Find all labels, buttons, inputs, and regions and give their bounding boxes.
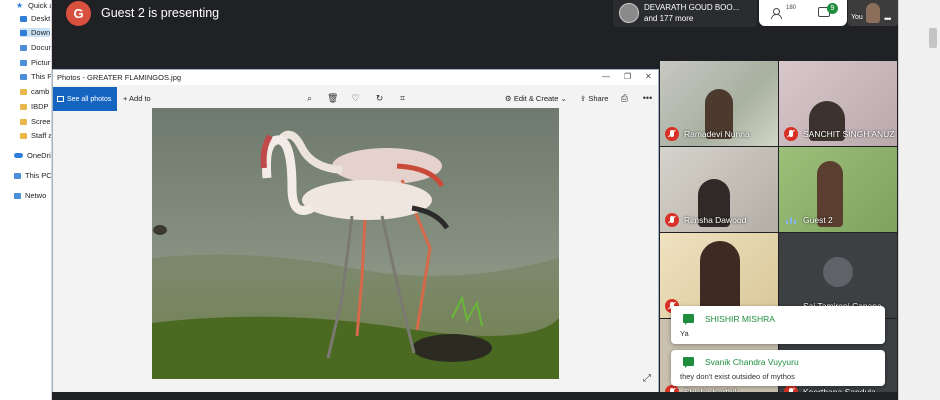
desktop-icon: [20, 15, 27, 22]
chat-icon: [683, 357, 694, 368]
scrollbar-thumb[interactable]: [929, 28, 937, 48]
participant-name: SANCHIT SINGH ANUZ: [803, 129, 895, 139]
cloud-icon: [14, 153, 23, 158]
chat-icon: [683, 314, 694, 325]
people-count: 180: [786, 5, 797, 11]
self-view-person: [866, 3, 880, 23]
chat-badge: 9: [827, 3, 838, 14]
presenter-avatar: G: [66, 1, 91, 26]
star-icon: ★: [16, 1, 24, 10]
avatar: [619, 3, 639, 23]
people-button[interactable]: 180: [771, 4, 801, 22]
file-explorer-sidebar: ★Quick a Deskt Down Docum Pictur This P …: [0, 0, 52, 400]
nav-desktop[interactable]: Deskt: [20, 14, 50, 23]
flamingo-photo: [152, 108, 559, 379]
speaking-icon: [786, 217, 796, 224]
right-edge-window: [898, 0, 940, 400]
people-icon: [771, 8, 785, 19]
nav-network[interactable]: Netwo: [14, 191, 46, 200]
more-options-icon[interactable]: •••: [884, 14, 892, 24]
folder-icon: [20, 132, 27, 139]
nav-downloads[interactable]: Down: [20, 28, 51, 37]
share-button[interactable]: ⇪ Share: [580, 94, 608, 103]
participant-summary-card[interactable]: DEVARATH GOUD BOO... and 177 more: [613, 0, 757, 27]
chat-message: they don't exist outsideo of mythos: [680, 372, 795, 381]
participant-tile[interactable]: SANCHIT SINGH ANUZ: [779, 61, 897, 146]
expand-icon[interactable]: ⤢: [643, 373, 651, 384]
more-icon[interactable]: •••: [642, 93, 653, 103]
edit-icon: ⚙: [505, 94, 514, 103]
presenting-status: Guest 2 is presenting: [101, 6, 220, 20]
see-all-photos-button[interactable]: See all photos: [53, 87, 117, 111]
photo-viewer: ⤢: [53, 108, 658, 395]
folder-icon: [20, 103, 27, 110]
nav-folder-camb[interactable]: camb: [20, 87, 49, 96]
computer-icon: [14, 172, 21, 179]
folder-icon: [20, 88, 27, 95]
self-label: You: [851, 14, 863, 21]
meet-top-bar: G Guest 2 is presenting DEVARATH GOUD BO…: [52, 0, 898, 28]
self-view-tile[interactable]: You •••: [848, 0, 898, 26]
participant-tile[interactable]: Rimsha Dawood: [660, 147, 778, 232]
nav-this-pc[interactable]: This PC: [14, 171, 51, 180]
add-to-button[interactable]: + Add to: [123, 94, 151, 103]
meet-bottom-bar: [52, 392, 898, 400]
network-icon: [14, 192, 21, 199]
nav-folder-screenshots[interactable]: Scree: [20, 117, 51, 126]
minimize-icon[interactable]: —: [602, 72, 610, 81]
edit-create-button[interactable]: ⚙ Edit & Create ⌄: [505, 94, 567, 103]
computer-icon: [20, 73, 27, 80]
participant-tile[interactable]: Guest 2: [779, 147, 897, 232]
nav-quick-access[interactable]: ★ Quick a: [16, 1, 51, 10]
document-icon: [20, 44, 27, 51]
maximize-icon[interactable]: ❐: [624, 72, 631, 81]
participant-tile[interactable]: Ramadevi Nunna: [660, 61, 778, 146]
zoom-icon[interactable]: ⌕: [304, 93, 315, 104]
chat-message: Ya: [680, 329, 689, 338]
window-title: Photos - GREATER FLAMINGOS.jpg: [57, 73, 182, 82]
nav-folder-ibdp[interactable]: IBDP: [20, 102, 49, 111]
photos-window: Photos - GREATER FLAMINGOS.jpg — ❐ ✕ See…: [52, 69, 659, 396]
nav-pictures[interactable]: Pictur: [20, 58, 50, 67]
mic-off-icon: [665, 213, 679, 227]
delete-icon[interactable]: 🗑: [327, 93, 338, 104]
participant-more-count: and 177 more: [644, 14, 694, 23]
participant-name: Guest 2: [803, 215, 833, 225]
nav-onedrive[interactable]: OneDri: [14, 151, 51, 160]
nav-this-pc-short[interactable]: This P: [20, 72, 51, 81]
nav-documents[interactable]: Docum: [20, 43, 51, 52]
print-icon[interactable]: ⎙: [619, 93, 630, 104]
chat-sender: Svanik Chandra Vuyyuru: [705, 357, 799, 367]
top-controls: 180 9: [759, 0, 847, 26]
participant-person: [700, 241, 740, 313]
participant-name: DEVARATH GOUD BOO...: [644, 3, 740, 12]
folder-icon: [20, 118, 27, 125]
avatar: [823, 257, 853, 287]
close-icon[interactable]: ✕: [645, 72, 652, 81]
mic-off-icon: [665, 127, 679, 141]
picture-icon: [20, 59, 27, 66]
download-icon: [20, 29, 27, 36]
nav-folder-staff[interactable]: Staff a: [20, 131, 51, 140]
flamingo-illustration: [152, 130, 559, 379]
chevron-down-icon: ⌄: [558, 94, 567, 103]
chat-notification[interactable]: SHISHIR MISHRA Ya: [671, 306, 885, 344]
participant-name: Ramadevi Nunna: [684, 129, 750, 139]
favorite-icon[interactable]: ♡: [350, 93, 361, 104]
rotate-icon[interactable]: ↻: [374, 93, 385, 104]
chat-button[interactable]: 9: [815, 3, 839, 22]
crop-icon[interactable]: ⌗: [397, 93, 408, 104]
mic-off-icon: [784, 127, 798, 141]
photos-title-bar: Photos - GREATER FLAMINGOS.jpg — ❐ ✕: [53, 70, 658, 85]
gallery-icon: [57, 96, 64, 102]
chat-sender: SHISHIR MISHRA: [705, 314, 775, 324]
chat-notification[interactable]: Svanik Chandra Vuyyuru they don't exist …: [671, 350, 885, 386]
participant-name: Rimsha Dawood: [684, 215, 747, 225]
